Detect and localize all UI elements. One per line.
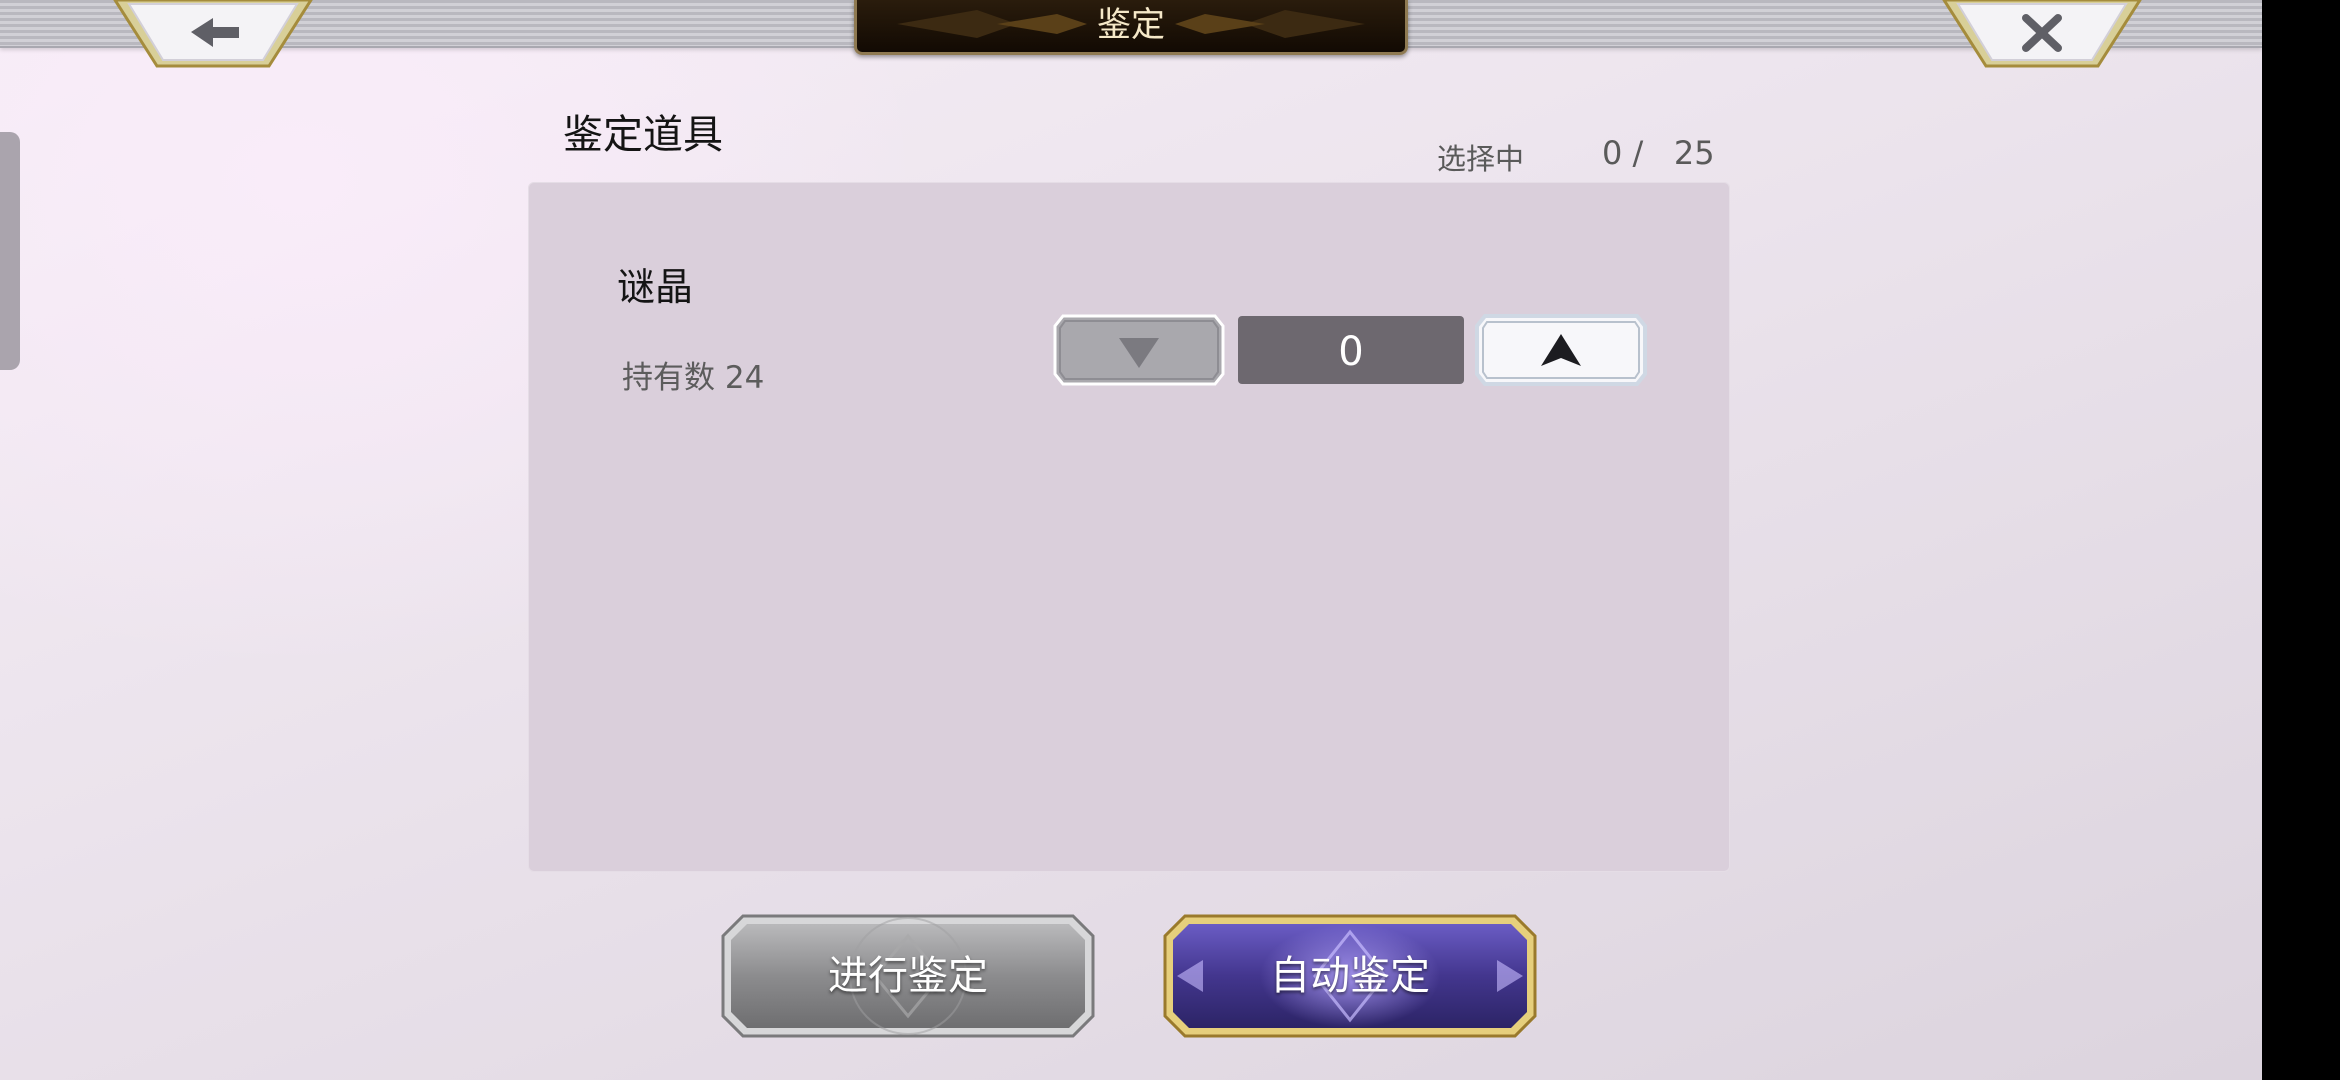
auto-appraise-label: 自动鉴定 [1270,953,1430,999]
close-x-icon [2022,14,2062,52]
page-title: 鉴定 [1097,5,1165,45]
title-banner: 鉴定 [854,0,1408,55]
screen-edge-bar [2262,0,2340,1080]
item-name: 谜晶 [617,265,694,309]
increase-button[interactable] [1475,314,1647,386]
count-separator: / [1632,134,1644,172]
selection-label: 选择中 [1437,142,1525,176]
triangle-down-icon [1119,338,1159,368]
appraise-button[interactable]: 进行鉴定 [721,914,1095,1038]
triangle-up-icon [1541,334,1581,366]
back-button[interactable] [113,0,313,68]
section-title: 鉴定道具 [563,112,723,158]
owned-count: 持有数 24 [622,360,765,396]
appraise-label: 进行鉴定 [828,953,988,999]
side-drawer-handle[interactable] [0,132,20,370]
selection-count: 0 / 25 [1602,134,1715,172]
item-list-panel [528,182,1730,872]
auto-appraise-button[interactable]: 自动鉴定 [1163,914,1537,1038]
max-count: 25 [1673,134,1715,172]
selected-count: 0 [1602,134,1623,172]
quantity-display: 0 [1238,316,1464,384]
close-button[interactable] [1942,0,2142,68]
decrease-button[interactable] [1053,314,1225,386]
game-screen: 鉴定 鉴定道具 选择中 0 / 25 谜晶 持有数 24 0 进行鉴定 自动鉴定 [0,0,2262,1080]
arrow-left-icon [191,18,239,47]
